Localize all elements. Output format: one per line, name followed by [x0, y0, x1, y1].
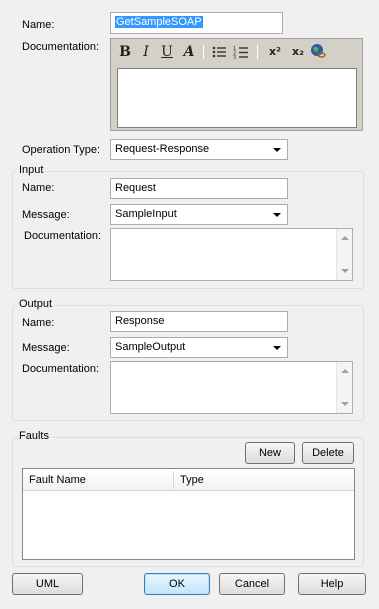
chevron-down-icon — [273, 148, 281, 152]
superscript-button[interactable]: x² — [266, 43, 284, 61]
underline-button[interactable]: U — [159, 43, 175, 61]
output-message-select[interactable]: SampleOutput — [110, 337, 288, 358]
column-header-type[interactable]: Type — [174, 469, 354, 491]
new-fault-button[interactable]: New — [245, 442, 295, 464]
output-name-field[interactable]: Response — [110, 311, 288, 332]
italic-button[interactable]: I — [138, 43, 154, 61]
uml-button[interactable]: UML — [12, 573, 83, 595]
ok-button[interactable]: OK — [144, 573, 210, 595]
delete-fault-button[interactable]: Delete — [302, 442, 354, 464]
input-documentation-label: Documentation: — [24, 230, 102, 242]
output-message-label: Message: — [22, 342, 70, 354]
faults-table-header: Fault Name Type — [23, 469, 354, 491]
output-documentation-textarea[interactable] — [110, 361, 353, 414]
chevron-down-icon — [273, 346, 281, 350]
bold-button[interactable]: B — [117, 43, 133, 61]
output-name-value: Response — [115, 315, 165, 327]
input-name-field[interactable]: Request — [110, 178, 288, 199]
input-message-label: Message: — [22, 209, 70, 221]
output-documentation-label: Documentation: — [22, 363, 100, 375]
faults-group-title: Faults — [17, 430, 51, 442]
faults-table[interactable]: Fault Name Type — [22, 468, 355, 560]
operation-type-value: Request-Response — [115, 143, 210, 155]
bullet-list-icon[interactable] — [211, 44, 227, 60]
input-message-select[interactable]: SampleInput — [110, 204, 288, 225]
name-input[interactable]: GetSampleSOAP — [110, 12, 283, 34]
name-value: GetSampleSOAP — [115, 16, 203, 28]
output-group-title: Output — [17, 298, 55, 310]
font-color-button[interactable]: A — [181, 43, 197, 61]
documentation-textarea[interactable] — [117, 68, 357, 128]
input-message-value: SampleInput — [115, 208, 177, 220]
scroll-down-icon[interactable] — [341, 402, 349, 406]
name-label: Name: — [22, 19, 55, 31]
scroll-up-icon[interactable] — [341, 369, 349, 373]
scroll-down-icon[interactable] — [341, 269, 349, 273]
input-name-value: Request — [115, 182, 156, 194]
input-documentation-scrollbar[interactable] — [336, 229, 352, 280]
chevron-down-icon — [273, 213, 281, 217]
output-documentation-scrollbar[interactable] — [336, 362, 352, 413]
operation-type-label: Operation Type: — [22, 144, 101, 156]
input-documentation-textarea[interactable] — [110, 228, 353, 281]
output-message-value: SampleOutput — [115, 341, 186, 353]
documentation-label: Documentation: — [22, 41, 100, 53]
output-name-label: Name: — [22, 317, 55, 329]
numbered-list-icon[interactable]: 1 2 3 — [233, 44, 249, 61]
toolbar-separator — [203, 45, 204, 59]
column-header-fault-name[interactable]: Fault Name — [23, 469, 173, 491]
input-name-label: Name: — [22, 182, 55, 194]
rich-text-editor: B I U A 1 2 3 x² x₂ — [110, 38, 363, 131]
scroll-up-icon[interactable] — [341, 236, 349, 240]
subscript-button[interactable]: x₂ — [289, 43, 307, 61]
toolbar-separator — [257, 45, 258, 59]
cancel-button[interactable]: Cancel — [219, 573, 285, 595]
globe-link-icon[interactable] — [310, 43, 326, 59]
help-button[interactable]: Help — [298, 573, 366, 595]
svg-text:3: 3 — [233, 55, 236, 60]
operation-type-select[interactable]: Request-Response — [110, 139, 288, 160]
formatting-toolbar: B I U A 1 2 3 x² x₂ — [111, 39, 362, 65]
input-group-title: Input — [17, 164, 46, 176]
